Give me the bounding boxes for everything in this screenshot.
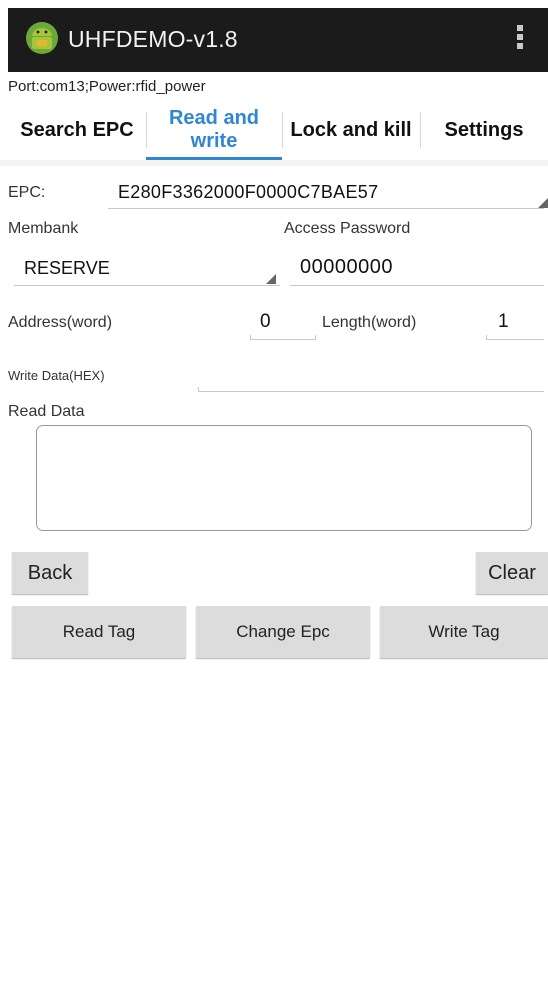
- overflow-menu-icon[interactable]: [510, 22, 530, 58]
- membank-spinner-underline: [14, 285, 280, 286]
- tab-lock-and-kill[interactable]: Lock and kill: [282, 100, 420, 160]
- length-underline-tick: [486, 335, 487, 340]
- write-data-label: Write Data(HEX): [8, 368, 105, 383]
- write-tag-button[interactable]: Write Tag: [380, 606, 548, 658]
- back-button[interactable]: Back: [12, 552, 88, 594]
- app-title: UHFDEMO-v1.8: [68, 26, 238, 52]
- tab-bar: Search EPC Read and write Lock and kill …: [8, 100, 548, 161]
- epc-label: EPC:: [8, 184, 46, 201]
- epc-spinner-value[interactable]: E280F3362000F0000C7BAE57: [118, 182, 378, 203]
- tab-settings[interactable]: Settings: [420, 100, 548, 160]
- length-label: Length(word): [322, 314, 417, 331]
- tab-search-epc[interactable]: Search EPC: [8, 100, 146, 160]
- address-label: Address(word): [8, 314, 113, 331]
- access-password-underline: [290, 285, 544, 286]
- membank-dropdown-icon[interactable]: [266, 274, 276, 284]
- length-field[interactable]: 1: [498, 311, 509, 333]
- change-epc-button[interactable]: Change Epc: [196, 606, 370, 658]
- address-underline-tick: [315, 335, 316, 340]
- read-data-textbox[interactable]: [36, 425, 532, 531]
- clear-button[interactable]: Clear: [476, 552, 548, 594]
- tab-bar-shadow: [0, 160, 548, 166]
- tab-divider: [146, 112, 147, 148]
- length-underline: [486, 339, 544, 340]
- android-app-icon: [26, 22, 58, 54]
- address-underline-tick: [250, 335, 251, 340]
- address-field[interactable]: 0: [260, 311, 271, 333]
- read-data-label: Read Data: [8, 403, 85, 420]
- write-data-field[interactable]: [198, 391, 544, 392]
- tab-read-and-write[interactable]: Read and write: [156, 100, 272, 160]
- access-password-field[interactable]: 00000000: [300, 256, 393, 279]
- membank-label: Membank: [8, 220, 79, 237]
- access-password-label: Access Password: [284, 220, 411, 237]
- read-tag-button[interactable]: Read Tag: [12, 606, 186, 658]
- top-edge: [0, 0, 548, 8]
- epc-spinner-underline: [108, 208, 544, 209]
- port-info: Port:com13;Power:rfid_power: [8, 78, 206, 95]
- epc-dropdown-icon[interactable]: [538, 198, 548, 208]
- membank-spinner-value[interactable]: RESERVE: [24, 258, 110, 279]
- write-data-underline-tick: [198, 387, 199, 392]
- address-underline: [250, 339, 316, 340]
